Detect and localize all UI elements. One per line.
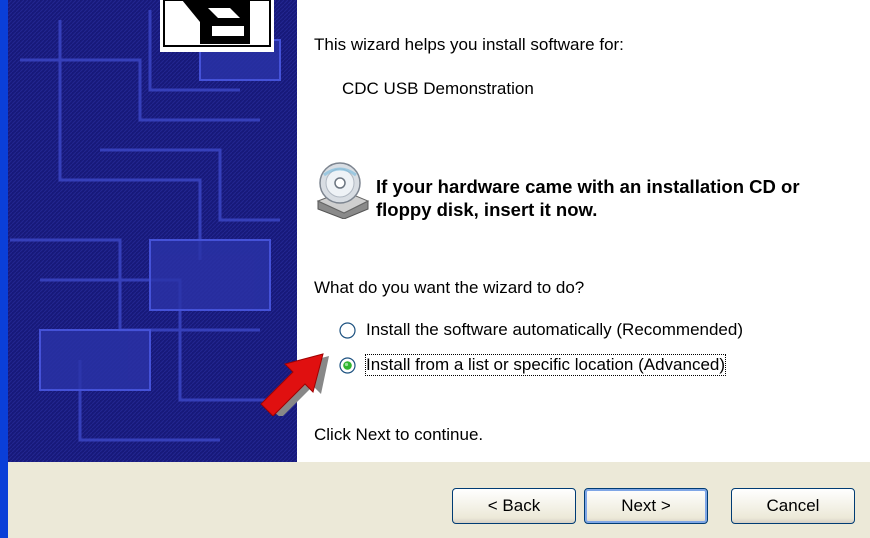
sidebar-pattern <box>0 0 297 462</box>
radio-auto-install[interactable] <box>339 322 356 339</box>
wizard-sidebar-graphic <box>0 0 297 462</box>
intro-text: This wizard helps you install software f… <box>314 35 624 54</box>
found-new-hardware-wizard: This wizard helps you install software f… <box>0 0 870 538</box>
red-arrow-icon <box>260 353 329 416</box>
radio-advanced-install-label[interactable]: Install from a list or specific location… <box>364 354 727 376</box>
wizard-content <box>297 0 870 462</box>
question-text: What do you want the wizard to do? <box>314 278 585 297</box>
back-button[interactable]: < Back <box>452 488 576 524</box>
radio-advanced-install[interactable] <box>339 357 356 374</box>
cancel-button[interactable]: Cancel <box>731 488 855 524</box>
cd-prompt: If your hardware came with an installati… <box>376 176 800 220</box>
next-button[interactable]: Next > <box>584 488 708 524</box>
window-left-border <box>0 0 8 538</box>
continue-text: Click Next to continue. <box>314 425 484 444</box>
cd-drive-icon <box>316 162 370 219</box>
device-name: CDC USB Demonstration <box>342 79 534 98</box>
radio-auto-install-label[interactable]: Install the software automatically (Reco… <box>366 320 743 340</box>
hardware-box-icon <box>160 0 274 52</box>
